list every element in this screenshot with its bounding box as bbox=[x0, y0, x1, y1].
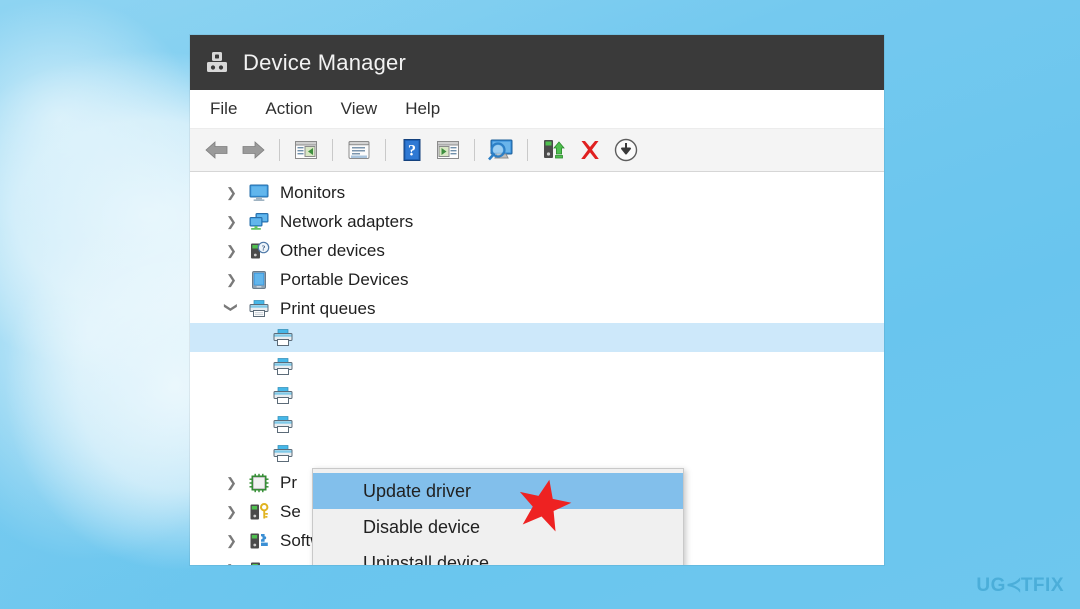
display-devices-icon bbox=[488, 139, 513, 161]
tree-item-printer-2[interactable] bbox=[190, 352, 884, 381]
printer-icon bbox=[273, 415, 293, 433]
show-hide-console-tree-button[interactable] bbox=[289, 134, 323, 166]
chevron-right-icon[interactable]: ❯ bbox=[226, 186, 248, 199]
device-manager-window: Device Manager File Action View Help ? ❯… bbox=[190, 35, 884, 565]
tree-item-monitors[interactable]: ❯ Monitors bbox=[190, 178, 884, 207]
scan-hardware-changes-button[interactable] bbox=[609, 134, 643, 166]
context-menu-item-label: Uninstall device bbox=[363, 552, 490, 566]
chevron-right-icon[interactable]: ❯ bbox=[226, 244, 248, 257]
tree-item-network-adapters[interactable]: ❯ Network adapters bbox=[190, 207, 884, 236]
window-titlebar: Device Manager bbox=[190, 35, 884, 90]
properties-button[interactable] bbox=[342, 134, 376, 166]
tree-item-label: Monitors bbox=[280, 182, 346, 202]
menu-item-view[interactable]: View bbox=[327, 95, 392, 123]
watermark-prefix: UG bbox=[976, 575, 1006, 596]
printer-icon bbox=[273, 386, 293, 404]
uninstall-device-icon bbox=[581, 141, 599, 159]
help-button[interactable]: ? bbox=[395, 134, 429, 166]
menu-bar: File Action View Help bbox=[190, 90, 884, 129]
toolbar-separator-1 bbox=[279, 139, 280, 161]
back-button[interactable] bbox=[200, 134, 234, 166]
tree-item-portable-devices[interactable]: ❯ Portable Devices bbox=[190, 265, 884, 294]
processor-icon bbox=[249, 473, 269, 492]
context-menu-item-uninstall-device[interactable]: Uninstall device bbox=[313, 545, 683, 566]
context-menu-item-update-driver[interactable]: Update driver bbox=[313, 473, 683, 509]
forward-arrow-icon bbox=[242, 141, 265, 159]
portable-device-icon bbox=[252, 270, 266, 289]
tree-item-label: Other devices bbox=[280, 240, 385, 260]
chevron-right-icon[interactable]: ❯ bbox=[226, 476, 248, 489]
security-device-icon bbox=[250, 502, 269, 519]
tree-item-label: Network adapters bbox=[280, 211, 414, 231]
printer-icon bbox=[273, 357, 293, 375]
toolbar-separator-2 bbox=[332, 139, 333, 161]
chevron-right-icon[interactable]: ❯ bbox=[226, 505, 248, 518]
watermark-suffix: TFIX bbox=[1020, 575, 1064, 596]
chevron-right-icon[interactable]: ❯ bbox=[226, 215, 248, 228]
update-driver-button[interactable] bbox=[537, 134, 571, 166]
context-menu-item-label: Update driver bbox=[363, 480, 472, 501]
context-menu[interactable]: Update driver Disable device Uninstall d… bbox=[312, 468, 684, 565]
display-devices-button[interactable] bbox=[484, 134, 518, 166]
tree-item-print-queues[interactable]: ❯ Print queues bbox=[190, 294, 884, 323]
toolbar: ? bbox=[190, 129, 884, 172]
device-tree-pane[interactable]: ❯ Monitors ❯ Network adapters ❯ ? Other … bbox=[190, 172, 884, 565]
help-icon: ? bbox=[403, 139, 421, 161]
watermark-mid-glyph: ≺ bbox=[1005, 575, 1022, 596]
tree-item-printer-4[interactable] bbox=[190, 410, 884, 439]
window-title: Device Manager bbox=[243, 49, 406, 75]
software-component-icon bbox=[250, 533, 268, 548]
svg-text:?: ? bbox=[262, 243, 266, 252]
show-hide-console-tree-icon bbox=[295, 141, 317, 159]
printer-icon bbox=[249, 299, 269, 317]
update-driver-icon bbox=[544, 140, 565, 159]
uninstall-device-button[interactable] bbox=[573, 134, 607, 166]
tree-item-printer-5[interactable] bbox=[190, 439, 884, 468]
network-adapter-icon bbox=[249, 212, 269, 230]
svg-text:?: ? bbox=[408, 143, 416, 160]
chevron-right-icon[interactable]: ❯ bbox=[226, 273, 248, 286]
context-menu-item-label: Disable device bbox=[363, 516, 481, 537]
monitor-icon bbox=[249, 184, 269, 201]
show-action-pane-button[interactable] bbox=[431, 134, 465, 166]
chevron-right-icon[interactable]: ❯ bbox=[226, 563, 248, 565]
properties-icon bbox=[348, 141, 370, 159]
tree-item-label: Print queues bbox=[280, 298, 376, 318]
forward-button[interactable] bbox=[236, 134, 270, 166]
ugetfix-watermark: UG≺TFIX bbox=[976, 574, 1064, 597]
tree-item-label: Pr bbox=[280, 472, 297, 492]
toolbar-separator-3 bbox=[385, 139, 386, 161]
menu-item-action[interactable]: Action bbox=[251, 95, 326, 123]
tree-item-label: Portable Devices bbox=[280, 269, 409, 289]
scan-hardware-changes-icon bbox=[614, 138, 638, 162]
screenshot-stage: Device Manager File Action View Help ? ❯… bbox=[0, 0, 1080, 609]
printer-icon bbox=[273, 328, 293, 346]
menu-item-file[interactable]: File bbox=[206, 95, 251, 123]
chevron-right-icon[interactable]: ❯ bbox=[226, 534, 248, 547]
tree-item-printer-3[interactable] bbox=[190, 381, 884, 410]
tree-item-printer-1[interactable] bbox=[190, 323, 884, 352]
toolbar-separator-5 bbox=[527, 139, 528, 161]
back-arrow-icon bbox=[205, 141, 228, 159]
device-manager-icon bbox=[207, 51, 227, 72]
tree-item-label: Se bbox=[280, 501, 301, 521]
chevron-down-icon[interactable]: ❯ bbox=[224, 302, 239, 324]
printer-icon bbox=[273, 444, 293, 462]
tree-item-other-devices[interactable]: ❯ ? Other devices bbox=[190, 236, 884, 265]
unknown-device-icon: ? bbox=[251, 241, 270, 258]
context-menu-item-disable-device[interactable]: Disable device bbox=[313, 509, 683, 545]
device-icon bbox=[251, 562, 260, 565]
show-action-pane-icon bbox=[437, 141, 459, 159]
toolbar-separator-4 bbox=[474, 139, 475, 161]
menu-item-help[interactable]: Help bbox=[391, 95, 454, 123]
